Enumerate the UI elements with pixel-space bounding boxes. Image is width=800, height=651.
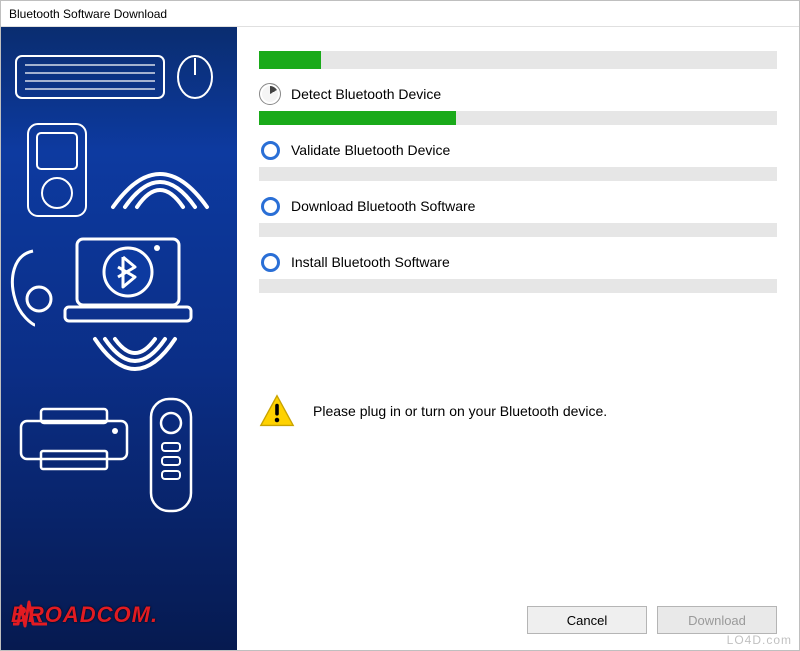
overall-progress-fill: [259, 51, 321, 69]
step-detect: Detect Bluetooth Device: [259, 83, 777, 105]
step-detect-progress: [259, 111, 777, 125]
step-install: Install Bluetooth Software: [259, 251, 777, 273]
overall-progress: [259, 51, 777, 69]
warning-icon: [259, 393, 295, 429]
step-install-progress: [259, 279, 777, 293]
download-button[interactable]: Download: [657, 606, 777, 634]
pending-icon: [259, 195, 281, 217]
step-validate-progress: [259, 167, 777, 181]
step-validate: Validate Bluetooth Device: [259, 139, 777, 161]
wifi-icon: [105, 149, 215, 221]
sidebar-graphic: BROADCOM.: [1, 27, 237, 650]
status-message: Please plug in or turn on your Bluetooth…: [313, 403, 607, 419]
mouse-icon: [173, 55, 217, 99]
cancel-button[interactable]: Cancel: [527, 606, 647, 634]
pending-icon: [259, 139, 281, 161]
message-row: Please plug in or turn on your Bluetooth…: [259, 393, 777, 429]
step-label: Validate Bluetooth Device: [291, 142, 450, 158]
window-body: BROADCOM. Detect Bluetooth Device Valida…: [1, 27, 799, 650]
step-label: Download Bluetooth Software: [291, 198, 475, 214]
installer-window: Bluetooth Software Download: [0, 0, 800, 651]
window-title: Bluetooth Software Download: [1, 1, 799, 27]
step-download-progress: [259, 223, 777, 237]
step-detect-progress-fill: [259, 111, 456, 125]
step-download: Download Bluetooth Software: [259, 195, 777, 217]
headset-icon: [5, 245, 61, 331]
footer: Cancel Download: [237, 602, 799, 650]
step-label: Detect Bluetooth Device: [291, 86, 441, 102]
wifi-down-icon: [87, 333, 183, 393]
main-panel: Detect Bluetooth Device Validate Bluetoo…: [237, 27, 799, 650]
laptop-bluetooth-icon: [63, 233, 193, 329]
keyboard-icon: [15, 55, 165, 99]
printer-icon: [19, 407, 129, 473]
brand-pulse-icon: [11, 598, 47, 628]
pending-icon: [259, 251, 281, 273]
busy-icon: [259, 83, 281, 105]
remote-icon: [149, 397, 193, 513]
brand-logo: BROADCOM.: [11, 602, 158, 628]
mp3player-icon: [27, 123, 87, 217]
step-label: Install Bluetooth Software: [291, 254, 450, 270]
